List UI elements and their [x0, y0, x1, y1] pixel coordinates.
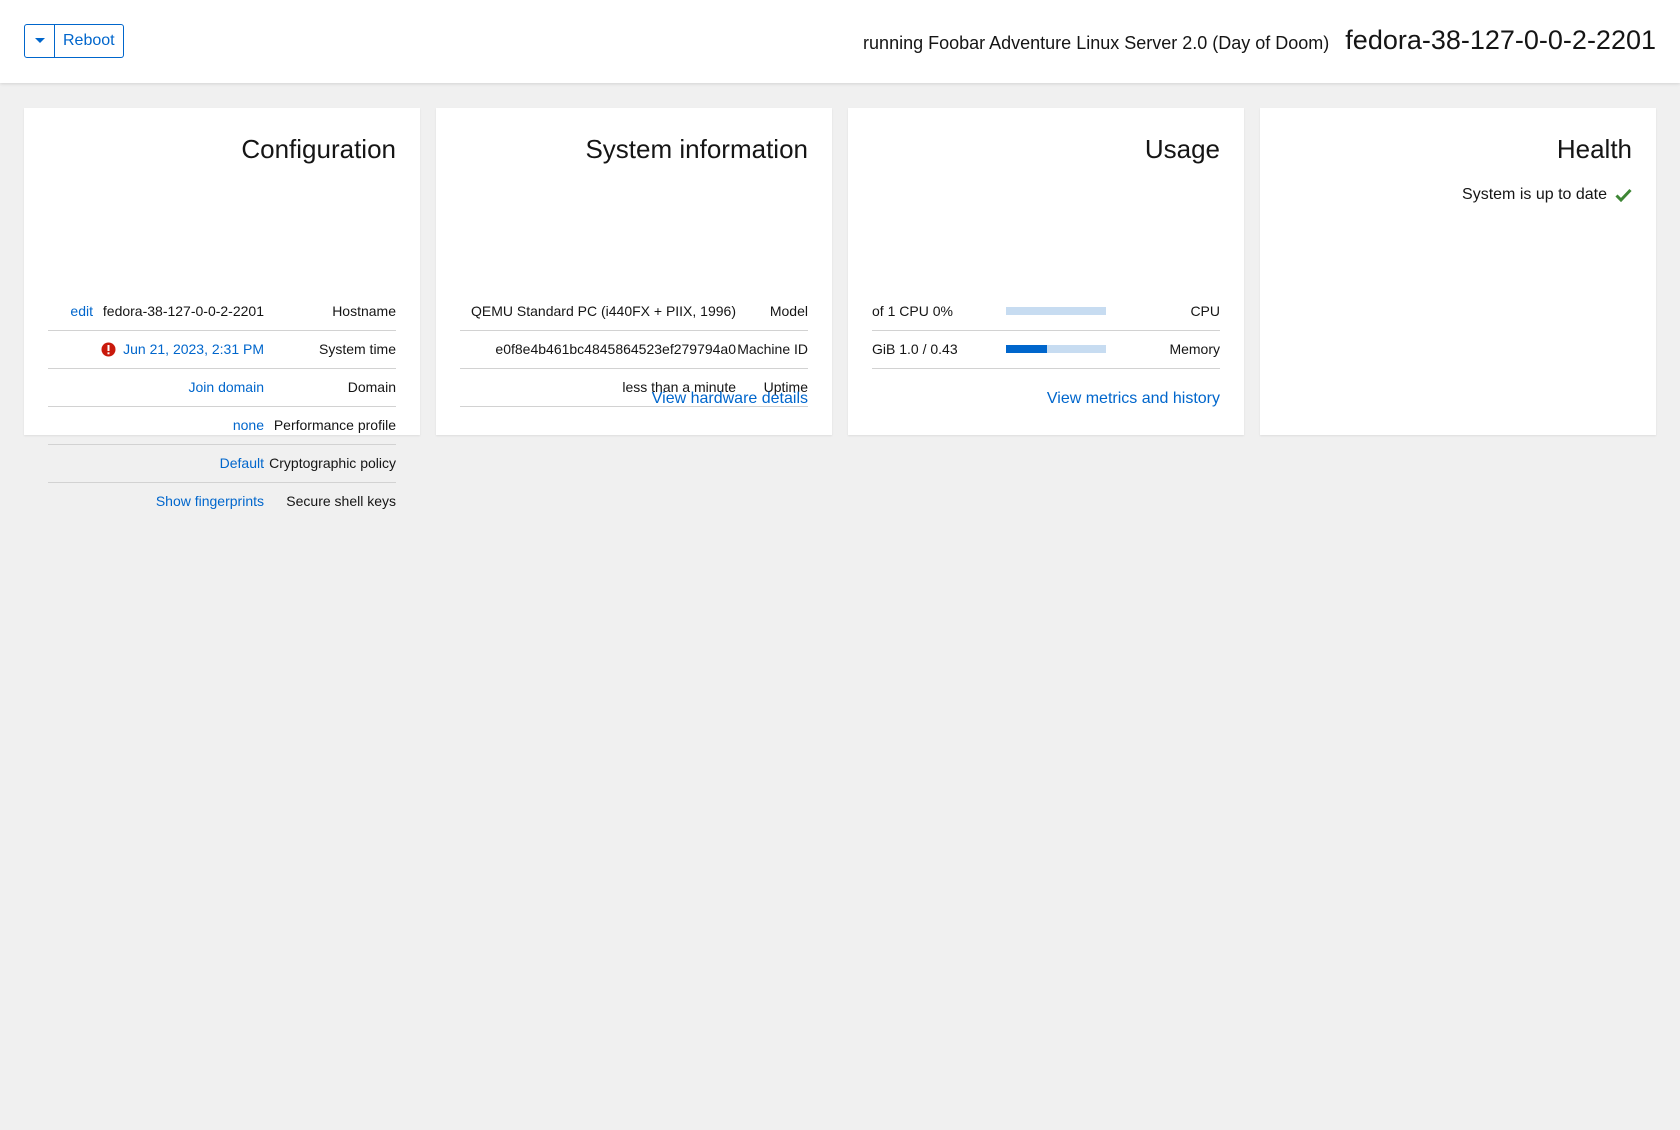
system-time-row: Jun 21, 2023, 2:31 PM System time	[48, 330, 396, 369]
edit-hostname-link[interactable]: edit	[70, 303, 93, 319]
page-title: fedora-38-127-0-0-2-2201	[1345, 25, 1656, 55]
view-hardware-details-link[interactable]: View hardware details	[652, 390, 808, 408]
system-time-link[interactable]: Jun 21, 2023, 2:31 PM	[123, 341, 264, 357]
cpu-row: of 1 CPU 0% CPU	[872, 292, 1220, 331]
reboot-button-group: Reboot	[24, 24, 124, 58]
system-information-card: System information QEMU Standard PC (i44…	[436, 108, 832, 435]
hostname-value: fedora-38-127-0-0-2-2201	[102, 303, 264, 319]
memory-row: GiB 1.0 / 0.43 Memory	[872, 330, 1220, 369]
performance-profile-label: Performance profile	[273, 417, 396, 433]
hostname-label: Hostname	[332, 303, 396, 319]
model-value: QEMU Standard PC (i440FX + PIIX, 1996)	[471, 303, 736, 319]
system-time-label: System time	[318, 341, 396, 357]
power-options-toggle[interactable]	[24, 24, 55, 58]
crypto-policy-row: Default Cryptographic policy	[48, 444, 396, 483]
cpu-usage-bar	[1006, 307, 1106, 315]
health-status: System is up to date	[1462, 186, 1632, 204]
reboot-button[interactable]: Reboot	[55, 24, 124, 58]
ssh-keys-row: Show fingerprints Secure shell keys	[48, 482, 396, 520]
card-title: Configuration	[241, 134, 396, 164]
machine-id-value: e0f8e4b461bc4845864523ef279794a0	[495, 341, 736, 357]
memory-label: Memory	[1169, 341, 1220, 357]
health-card: Health System is up to date	[1260, 108, 1656, 435]
memory-usage-bar	[1006, 345, 1106, 353]
check-icon	[1615, 188, 1632, 202]
card-title: Usage	[1144, 134, 1220, 164]
hostname-row: edit fedora-38-127-0-0-2-2201 Hostname	[48, 292, 396, 331]
ssh-keys-label: Secure shell keys	[286, 493, 396, 509]
join-domain-link[interactable]: Join domain	[189, 379, 265, 395]
model-label: Model	[769, 303, 808, 319]
domain-label: Domain	[347, 379, 396, 395]
error-icon	[101, 342, 116, 356]
performance-profile-row: none Performance profile	[48, 406, 396, 445]
performance-profile-link[interactable]: none	[233, 417, 264, 433]
top-header: Reboot running Foobar Adventure Linux Se…	[0, 0, 1680, 83]
machine-id-row: e0f8e4b461bc4845864523ef279794a0 Machine…	[460, 330, 808, 369]
memory-usage-text: GiB 1.0 / 0.43	[872, 341, 958, 357]
crypto-policy-link[interactable]: Default	[220, 455, 264, 471]
domain-row: Join domain Domain	[48, 368, 396, 407]
card-title: System information	[585, 134, 808, 164]
caret-down-icon	[34, 38, 45, 43]
usage-card: Usage of 1 CPU 0% CPU GiB 1.0 / 0.43 Mem…	[848, 108, 1244, 435]
cpu-label: CPU	[1190, 303, 1220, 319]
cpu-usage-text: of 1 CPU 0%	[872, 303, 953, 319]
machine-id-label: Machine ID	[737, 341, 808, 357]
health-status-text: System is up to date	[1462, 186, 1607, 203]
os-description: running Foobar Adventure Linux Server 2.…	[863, 33, 1330, 53]
show-fingerprints-link[interactable]: Show fingerprints	[156, 493, 264, 509]
card-title: Health	[1556, 134, 1632, 164]
view-metrics-link[interactable]: View metrics and history	[1047, 390, 1220, 408]
crypto-policy-label: Cryptographic policy	[269, 455, 396, 471]
configuration-card: Configuration edit fedora-38-127-0-0-2-2…	[24, 108, 420, 509]
model-row: QEMU Standard PC (i440FX + PIIX, 1996) M…	[460, 292, 808, 331]
memory-usage-bar-fill	[1006, 345, 1047, 353]
